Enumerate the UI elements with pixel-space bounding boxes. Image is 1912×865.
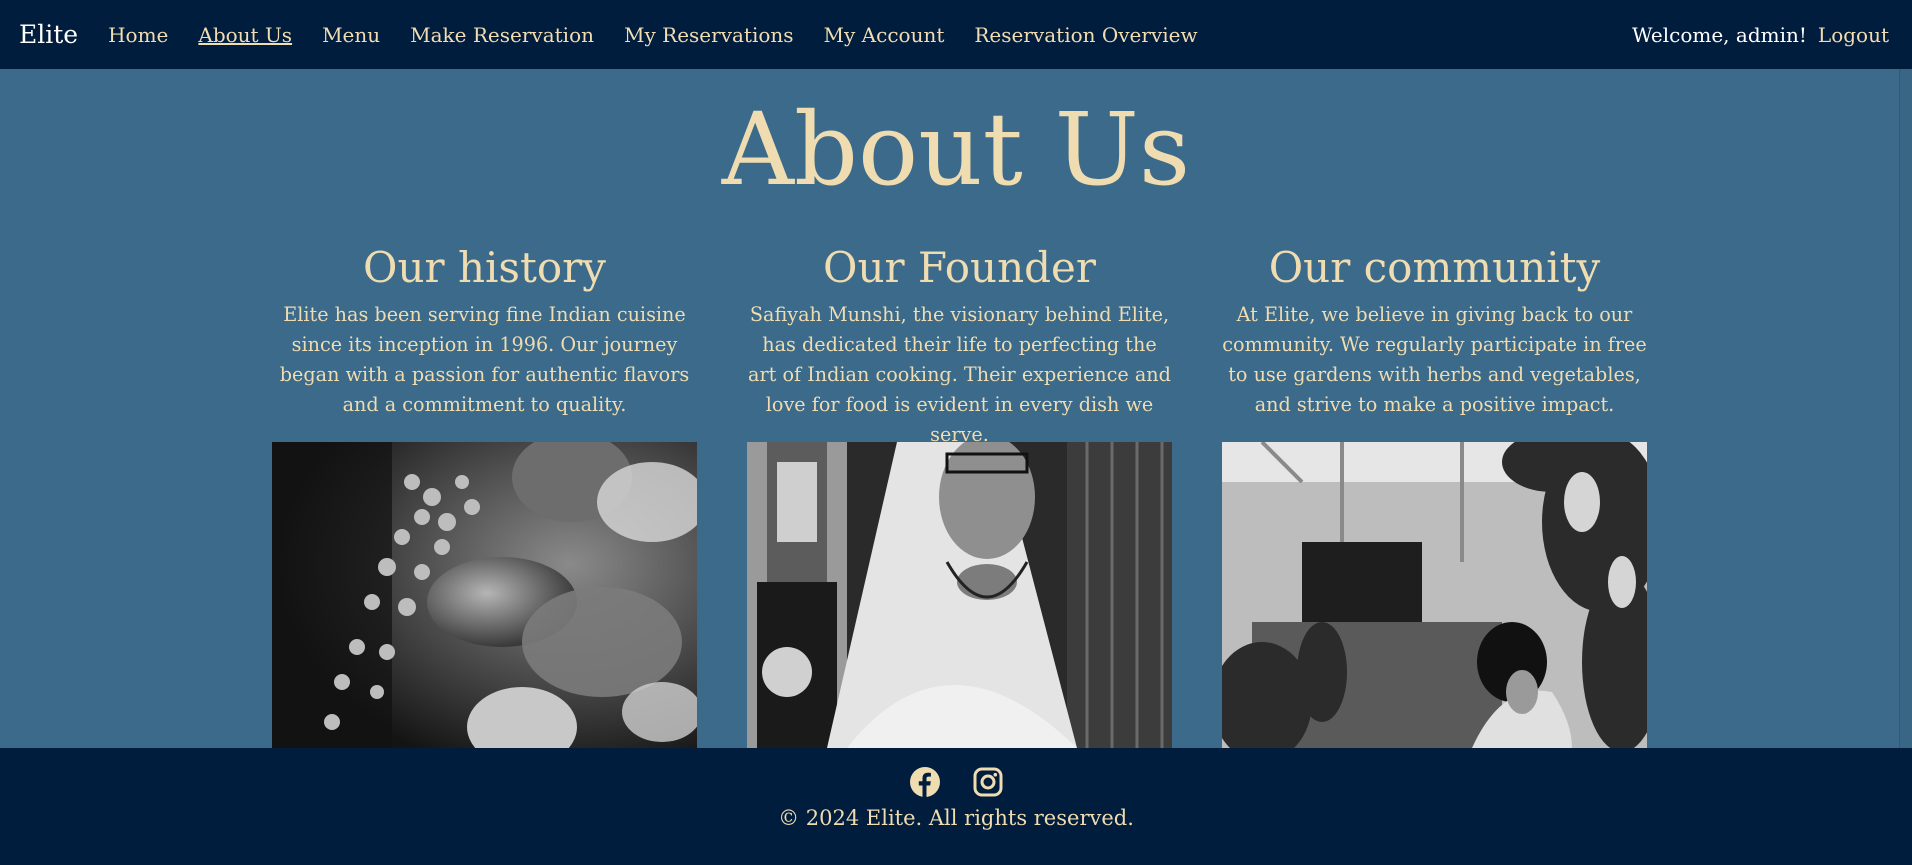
- founder-text: Safiyah Munshi, the visionary behind Eli…: [748, 303, 1171, 446]
- nav-make-reservation[interactable]: Make Reservation: [410, 23, 594, 47]
- community-heading: Our community: [1268, 243, 1601, 292]
- social-icons: [0, 766, 1912, 798]
- brand-logo[interactable]: Elite: [19, 20, 78, 49]
- nav-my-account[interactable]: My Account: [824, 23, 945, 47]
- page-title: About Us: [721, 91, 1191, 208]
- main-nav: Home About Us Menu Make Reservation My R…: [91, 23, 1211, 47]
- facebook-icon[interactable]: [909, 766, 941, 798]
- history-text: Elite has been serving fine Indian cuisi…: [279, 303, 690, 416]
- nav-menu[interactable]: Menu: [322, 23, 380, 47]
- instagram-icon[interactable]: [972, 766, 1004, 798]
- founder-section: Our Founder Safiyah Munshi, the visionar…: [747, 240, 1172, 450]
- founder-heading: Our Founder: [823, 243, 1096, 292]
- welcome-text: Welcome, admin!: [1631, 22, 1807, 47]
- copyright-text: © 2024 Elite. All rights reserved.: [778, 806, 1134, 830]
- nav-reservation-overview[interactable]: Reservation Overview: [974, 23, 1197, 47]
- nav-my-reservations[interactable]: My Reservations: [624, 23, 794, 47]
- footer: © 2024 Elite. All rights reserved.: [0, 748, 1912, 865]
- logout-link[interactable]: Logout: [1818, 23, 1889, 47]
- nav-home[interactable]: Home: [108, 23, 168, 47]
- community-section: Our community At Elite, we believe in gi…: [1222, 240, 1647, 420]
- user-area: Welcome, admin! Logout: [1632, 0, 1889, 69]
- community-garden-image: [1222, 442, 1647, 748]
- top-navbar: Elite Home About Us Menu Make Reservatio…: [0, 0, 1912, 69]
- history-heading: Our history: [363, 243, 606, 292]
- history-section: Our history Elite has been serving fine …: [272, 240, 697, 420]
- nav-about-us[interactable]: About Us: [198, 23, 292, 47]
- founder-portrait-image: [747, 442, 1172, 748]
- spices-image: [272, 442, 697, 748]
- community-text: At Elite, we believe in giving back to o…: [1222, 303, 1647, 416]
